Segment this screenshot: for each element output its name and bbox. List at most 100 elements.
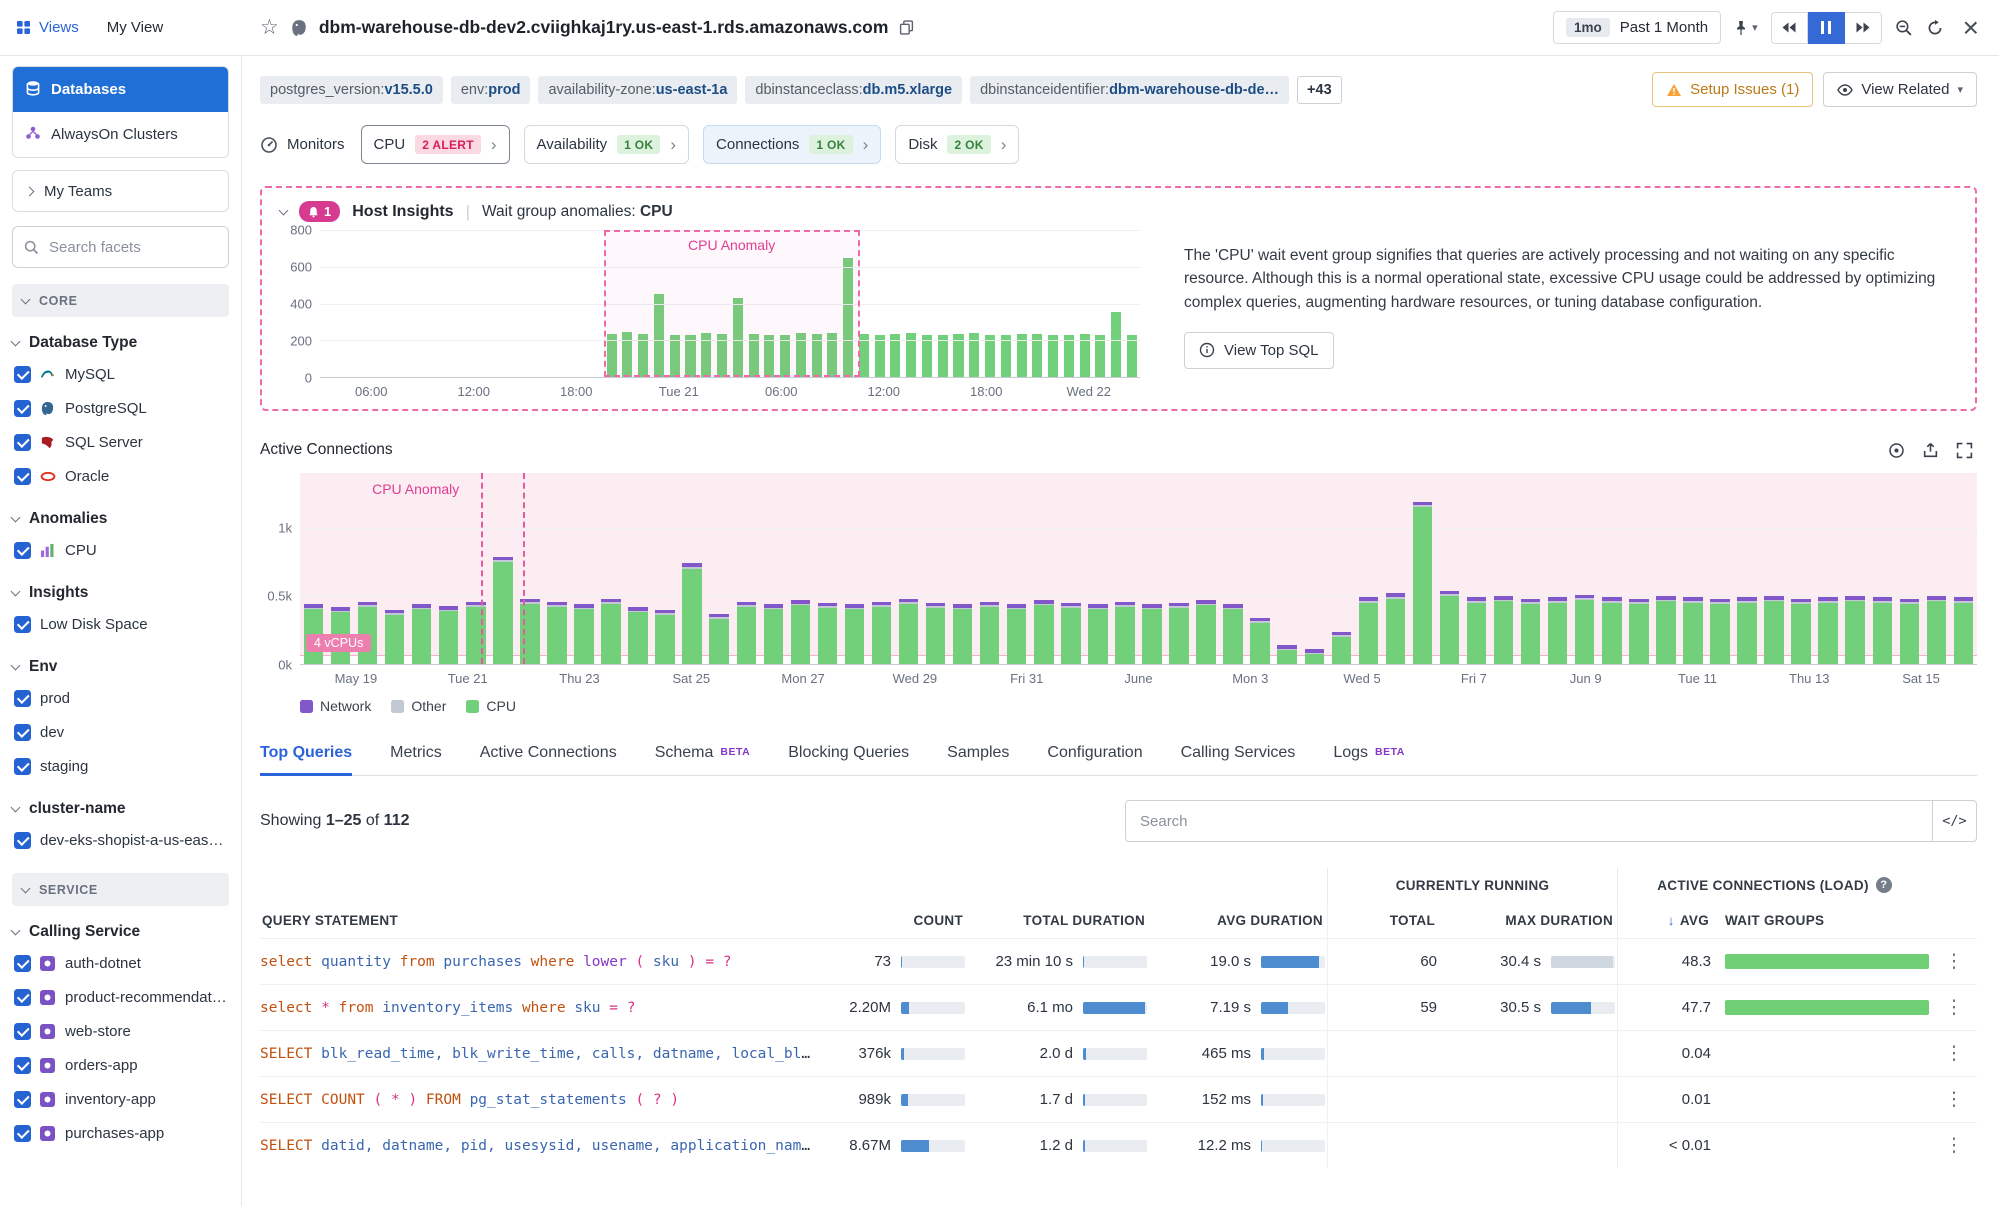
facet-group-header[interactable]: Anomalies bbox=[12, 510, 229, 528]
facet-item-orders-app[interactable]: orders-app bbox=[12, 1048, 229, 1082]
column-header-wait-groups[interactable]: WAIT GROUPS bbox=[1713, 902, 1931, 938]
facet-group-header[interactable]: Insights bbox=[12, 584, 229, 602]
facet-group-header[interactable]: cluster-name bbox=[12, 800, 229, 818]
monitor-pill-cpu[interactable]: CPU2 ALERT› bbox=[361, 125, 510, 164]
query-search-input[interactable] bbox=[1126, 813, 1932, 830]
row-menu-button[interactable]: ⋮ bbox=[1931, 1031, 1977, 1076]
facet-item-prod[interactable]: prod bbox=[12, 681, 229, 715]
checkbox-checked[interactable] bbox=[14, 1057, 31, 1074]
host-tag[interactable]: dbinstanceidentifier:dbm-warehouse-db-de… bbox=[970, 76, 1289, 104]
host-tag[interactable]: env:prod bbox=[451, 76, 531, 104]
monitor-pill-connections[interactable]: Connections1 OK› bbox=[703, 125, 881, 164]
tab-logs[interactable]: LogsBETA bbox=[1333, 744, 1405, 775]
tab-schema[interactable]: SchemaBETA bbox=[655, 744, 751, 775]
sidebar-item-databases[interactable]: Databases bbox=[13, 67, 228, 112]
checkbox-checked[interactable] bbox=[14, 1125, 31, 1142]
chart-plot-area[interactable]: CPU Anomaly 4 vCPUs bbox=[300, 473, 1977, 665]
monitor-pill-availability[interactable]: Availability1 OK› bbox=[524, 125, 689, 164]
checkbox-checked[interactable] bbox=[14, 434, 31, 451]
row-menu-button[interactable]: ⋮ bbox=[1931, 1077, 1977, 1122]
legend-item-cpu[interactable]: CPU bbox=[466, 698, 516, 714]
tab-blocking-queries[interactable]: Blocking Queries bbox=[788, 744, 909, 775]
export-icon[interactable] bbox=[1922, 442, 1939, 459]
checkbox-checked[interactable] bbox=[14, 400, 31, 417]
column-header-query-statement[interactable]: QUERY STATEMENT bbox=[260, 902, 841, 938]
fullscreen-icon[interactable] bbox=[1956, 442, 1973, 459]
monitor-pill-disk[interactable]: Disk2 OK› bbox=[895, 125, 1019, 164]
view-related-button[interactable]: View Related ▾ bbox=[1823, 72, 1977, 107]
more-tags-button[interactable]: +43 bbox=[1297, 76, 1342, 104]
sidebar-item-my-teams[interactable]: My Teams bbox=[12, 170, 229, 212]
tab-metrics[interactable]: Metrics bbox=[390, 744, 442, 775]
checkbox-checked[interactable] bbox=[14, 468, 31, 485]
checkbox-checked[interactable] bbox=[14, 955, 31, 972]
column-header-avg-duration[interactable]: AVG DURATION bbox=[1149, 902, 1327, 938]
rewind-button[interactable] bbox=[1771, 12, 1808, 44]
column-header-load-avg[interactable]: ↓AVG bbox=[1617, 902, 1713, 938]
facet-search-input[interactable] bbox=[47, 238, 217, 257]
pause-button[interactable] bbox=[1808, 12, 1845, 44]
legend-item-other[interactable]: Other bbox=[391, 698, 446, 714]
refresh-cycle-icon[interactable] bbox=[1926, 19, 1944, 37]
facet-group-header[interactable]: Database Type bbox=[12, 334, 229, 352]
facet-section-core[interactable]: CORE bbox=[12, 284, 229, 317]
tab-active-connections[interactable]: Active Connections bbox=[480, 744, 617, 775]
close-icon[interactable]: × bbox=[1963, 14, 1979, 42]
facet-item-dev-eks-shopist-a-us-eas[interactable]: dev-eks-shopist-a-us-eas… bbox=[12, 823, 229, 857]
code-toggle-button[interactable]: </> bbox=[1932, 801, 1976, 841]
host-tag[interactable]: dbinstanceclass:db.m5.xlarge bbox=[745, 76, 962, 104]
legend-item-network[interactable]: Network bbox=[300, 698, 371, 714]
host-tag[interactable]: availability-zone:us-east-1a bbox=[538, 76, 737, 104]
facet-item-staging[interactable]: staging bbox=[12, 749, 229, 783]
query-statement-cell[interactable]: SELECT COUNT ( * ) FROM pg_stat_statemen… bbox=[260, 1077, 841, 1122]
facet-item-auth-dotnet[interactable]: auth-dotnet bbox=[12, 946, 229, 980]
query-statement-cell[interactable]: SELECT blk_read_time, blk_write_time, ca… bbox=[260, 1031, 841, 1076]
facet-item-postgresql[interactable]: PostgreSQL bbox=[12, 391, 229, 425]
tab-configuration[interactable]: Configuration bbox=[1047, 744, 1142, 775]
time-range-picker[interactable]: 1mo Past 1 Month bbox=[1553, 11, 1721, 44]
facet-section-service[interactable]: SERVICE bbox=[12, 873, 229, 906]
pin-control[interactable]: ▾ bbox=[1734, 20, 1758, 36]
facet-item-product-recommendati[interactable]: product-recommendati… bbox=[12, 980, 229, 1014]
favorite-star-icon[interactable]: ☆ bbox=[260, 17, 279, 38]
help-icon[interactable]: ? bbox=[1876, 877, 1892, 893]
checkbox-checked[interactable] bbox=[14, 1091, 31, 1108]
checkbox-checked[interactable] bbox=[14, 832, 31, 849]
checkbox-checked[interactable] bbox=[14, 758, 31, 775]
checkbox-checked[interactable] bbox=[14, 366, 31, 383]
row-menu-button[interactable]: ⋮ bbox=[1931, 985, 1977, 1030]
snapshot-icon[interactable] bbox=[1888, 442, 1905, 459]
facet-item-low-disk-space[interactable]: Low Disk Space bbox=[12, 607, 229, 641]
tab-samples[interactable]: Samples bbox=[947, 744, 1009, 775]
column-header-running-total[interactable]: TOTAL bbox=[1327, 902, 1439, 938]
column-header-max-duration[interactable]: MAX DURATION bbox=[1439, 902, 1617, 938]
forward-button[interactable] bbox=[1845, 12, 1882, 44]
views-menu[interactable]: Views bbox=[16, 19, 79, 36]
host-tag[interactable]: postgres_version:v15.5.0 bbox=[260, 76, 443, 104]
checkbox-checked[interactable] bbox=[14, 690, 31, 707]
checkbox-checked[interactable] bbox=[14, 542, 31, 559]
facet-group-header[interactable]: Env bbox=[12, 658, 229, 676]
tab-my-view[interactable]: My View bbox=[107, 19, 163, 36]
query-statement-cell[interactable]: select * from inventory_items where sku … bbox=[260, 985, 841, 1030]
facet-item-mysql[interactable]: MySQL bbox=[12, 357, 229, 391]
facet-group-header[interactable]: Calling Service bbox=[12, 923, 229, 941]
column-header-count[interactable]: COUNT bbox=[841, 902, 967, 938]
chart-plot-area[interactable]: CPU Anomaly bbox=[320, 230, 1140, 378]
checkbox-checked[interactable] bbox=[14, 989, 31, 1006]
checkbox-checked[interactable] bbox=[14, 1023, 31, 1040]
facet-item-web-store[interactable]: web-store bbox=[12, 1014, 229, 1048]
facet-item-purchases-app[interactable]: purchases-app bbox=[12, 1116, 229, 1150]
facet-item-inventory-app[interactable]: inventory-app bbox=[12, 1082, 229, 1116]
tab-calling-services[interactable]: Calling Services bbox=[1181, 744, 1296, 775]
collapse-chevron-icon[interactable] bbox=[279, 205, 289, 215]
query-statement-cell[interactable]: SELECT datid, datname, pid, usesysid, us… bbox=[260, 1123, 841, 1168]
copy-icon[interactable] bbox=[899, 20, 914, 35]
column-header-actions[interactable] bbox=[1931, 902, 1977, 938]
zoom-out-icon[interactable] bbox=[1895, 19, 1913, 37]
row-menu-button[interactable]: ⋮ bbox=[1931, 939, 1977, 984]
facet-item-dev[interactable]: dev bbox=[12, 715, 229, 749]
setup-issues-button[interactable]: Setup Issues (1) bbox=[1652, 72, 1813, 107]
column-header-total-duration[interactable]: TOTAL DURATION bbox=[967, 902, 1149, 938]
view-top-sql-button[interactable]: View Top SQL bbox=[1184, 332, 1334, 369]
